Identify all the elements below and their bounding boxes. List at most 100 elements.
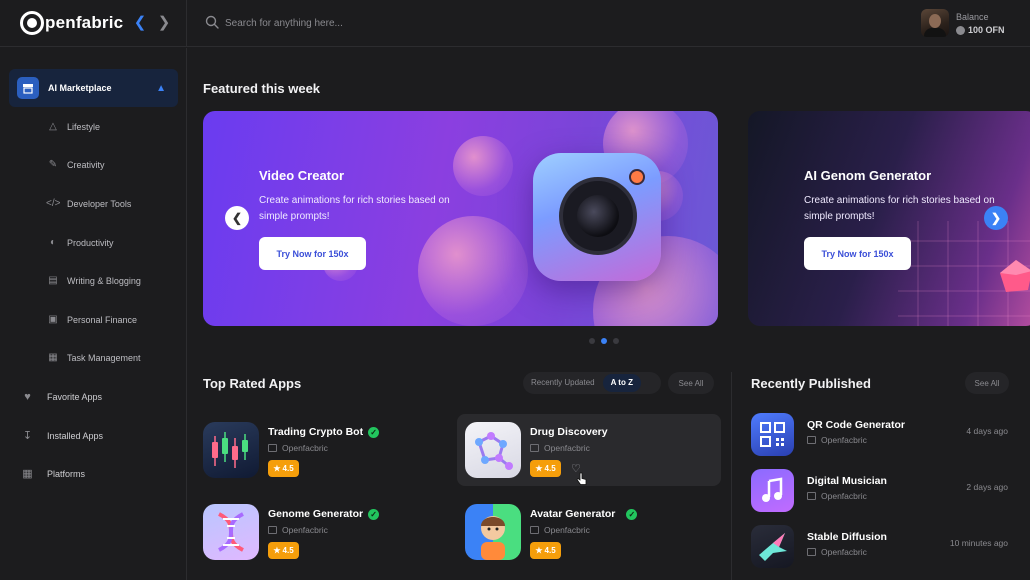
next-slide-button[interactable]: ❯ (984, 206, 1008, 230)
app-org: Openfacbric (530, 443, 590, 453)
slide-dot[interactable] (613, 338, 619, 344)
featured-slide-ai-genom-generator[interactable]: AI Genom Generator Create animations for… (748, 111, 1030, 326)
app-name: QR Code Generator (807, 419, 906, 431)
brush-icon: ✎ (48, 159, 58, 170)
app-name: Avatar Generator ✓ (530, 508, 638, 520)
grid-icon: ▦ (22, 467, 33, 480)
recent-app-stable-diffusion[interactable]: Stable Diffusion Openfacbric 10 minutes … (751, 525, 1016, 571)
camera-illustration (533, 153, 661, 281)
document-icon: ▤ (48, 275, 58, 286)
building-icon (530, 444, 539, 452)
molecule-icon (465, 422, 521, 478)
app-card-avatar-generator[interactable]: Avatar Generator ✓ Openfacbric ★ 4.5 (457, 496, 721, 568)
avatar[interactable] (921, 9, 949, 37)
sidebar-item-installed-apps[interactable]: ↧ Installed Apps (20, 428, 103, 444)
slide-dot[interactable] (589, 338, 595, 344)
rating-value: 4.5 (282, 546, 294, 555)
slide-dot-active[interactable] (601, 338, 607, 344)
app-name-text: Trading Crypto Bot (268, 426, 364, 438)
sidebar-item-label: Lifestyle (67, 122, 101, 132)
download-icon: ↧ (22, 429, 33, 442)
recently-published-see-all-button[interactable]: See All (965, 372, 1009, 394)
sidebar-item-favorite-apps[interactable]: ♥ Favorite Apps (20, 389, 102, 405)
prev-slide-button[interactable]: ❮ (225, 206, 249, 230)
app-card-genome-generator[interactable]: Genome Generator ✓ Openfacbric ★ 4.5 (195, 496, 459, 568)
rating-badge: ★ 4.5 (530, 542, 561, 559)
star-icon: ★ (535, 546, 543, 555)
rating-value: 4.5 (544, 546, 556, 555)
slide-description: Create animations for rich stories based… (259, 195, 450, 222)
dna-icon (203, 504, 259, 560)
sidebar-item-label: Installed Apps (47, 431, 104, 441)
try-now-button[interactable]: Try Now for 150x (804, 237, 911, 270)
decorative-bubble (418, 216, 528, 326)
featured-slide-video-creator[interactable]: ❮ Video Creator Create animations for ri… (203, 111, 718, 326)
building-icon (807, 492, 816, 500)
try-now-button[interactable]: Try Now for 150x (259, 237, 366, 270)
rating-value: 4.5 (282, 464, 294, 473)
sidebar-item-label: Favorite Apps (47, 392, 103, 402)
sidebar-item-productivity[interactable]: ◐ Productivity (46, 235, 114, 251)
building-icon (268, 444, 277, 452)
sidebar-item-writing-blogging[interactable]: ▤ Writing & Blogging (46, 273, 141, 289)
sidebar-item-platforms[interactable]: ▦ Platforms (20, 466, 85, 482)
building-icon (807, 548, 816, 556)
rating-badge: ★ 4.5 (530, 460, 561, 477)
app-org: Openfacbric (530, 525, 590, 535)
rating-badge: ★ 4.5 (268, 460, 299, 477)
sidebar-item-ai-marketplace[interactable]: AI Marketplace ▲ (9, 69, 178, 107)
slide-title: AI Genom Generator (804, 168, 932, 183)
sidebar-item-lifestyle[interactable]: △ Lifestyle (46, 119, 100, 135)
published-time: 4 days ago (966, 426, 1008, 436)
app-name: Digital Musician (807, 475, 887, 487)
sidebar-item-task-management[interactable]: ▦ Task Management (46, 350, 140, 366)
app-org: Openfacbric (807, 435, 867, 445)
top-rated-see-all-button[interactable]: See All (668, 372, 714, 394)
app-org-text: Openfacbric (544, 443, 590, 453)
logo[interactable]: penfabric (20, 11, 123, 35)
recently-published-title: Recently Published (751, 376, 871, 391)
app-name-text: Avatar Generator (530, 508, 616, 520)
back-arrow-icon[interactable]: ❮ (132, 13, 148, 33)
search-input[interactable] (225, 14, 525, 32)
app-org: Openfacbric (807, 491, 867, 501)
chart-candles-icon (203, 422, 259, 478)
slide-title: Video Creator (259, 168, 345, 183)
app-name-text: Genome Generator (268, 508, 364, 520)
app-name: Genome Generator ✓ (268, 508, 380, 520)
chevron-up-icon[interactable]: ▲ (156, 83, 166, 94)
sidebar-item-label: Developer Tools (67, 199, 132, 209)
code-icon: </> (46, 198, 61, 209)
building-icon (268, 526, 277, 534)
star-icon: ★ (273, 464, 281, 473)
filter-a-to-z[interactable]: A to Z (602, 374, 641, 392)
sidebar-item-developer-tools[interactable]: </> Developer Tools (46, 196, 131, 212)
recent-app-qr-code-generator[interactable]: QR Code Generator Openfacbric 4 days ago (751, 413, 1016, 459)
app-card-drug-discovery[interactable]: Drug Discovery Openfacbric ★ 4.5 ♡ (457, 414, 721, 486)
app-card-trading-crypto-bot[interactable]: Trading Crypto Bot ✓ Openfacbric ★ 4.5 (195, 414, 459, 486)
calendar-icon: ▦ (48, 352, 58, 363)
productivity-icon: ◐ (49, 237, 57, 248)
logo-icon (20, 11, 44, 35)
app-org: Openfacbric (268, 525, 328, 535)
sidebar-item-creativity[interactable]: ✎ Creativity (46, 157, 105, 173)
app-org-text: Openfacbric (282, 443, 328, 453)
sidebar-item-label: Writing & Blogging (67, 276, 141, 286)
star-icon: ★ (535, 464, 543, 473)
filter-recently-updated[interactable]: Recently Updated (523, 374, 603, 392)
sidebar-item-label: Productivity (67, 238, 114, 248)
recent-app-digital-musician[interactable]: Digital Musician Openfacbric 2 days ago (751, 469, 1016, 515)
gem-decoration (1000, 260, 1030, 292)
search-icon (205, 15, 219, 29)
top-rated-title: Top Rated Apps (203, 376, 302, 391)
forward-arrow-icon[interactable]: ❯ (156, 13, 172, 33)
app-org: Openfacbric (268, 443, 328, 453)
sidebar: AI Marketplace ▲ △ Lifestyle ✎ Creativit… (0, 48, 187, 580)
balance-label: Balance (956, 12, 989, 22)
sidebar-item-personal-finance[interactable]: ▣ Personal Finance (46, 312, 137, 328)
app-name: Trading Crypto Bot ✓ (268, 426, 380, 438)
sidebar-item-label: AI Marketplace (48, 83, 112, 93)
verified-icon: ✓ (368, 508, 380, 520)
sidebar-item-label: Creativity (67, 160, 105, 170)
app-org-text: Openfacbric (544, 525, 590, 535)
